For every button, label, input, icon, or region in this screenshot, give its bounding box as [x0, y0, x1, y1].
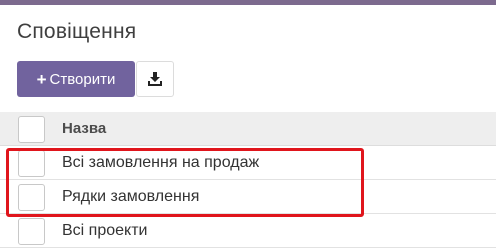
download-button[interactable]	[136, 61, 174, 97]
plus-icon: +	[36, 69, 47, 89]
column-header-name[interactable]: Назва	[62, 120, 106, 137]
row-checkbox[interactable]	[18, 218, 45, 245]
table-row[interactable]: Рядки замовлення	[0, 180, 496, 214]
create-button-label: Створити	[49, 70, 116, 88]
row-checkbox[interactable]	[18, 184, 45, 211]
table-row[interactable]: Всі проекти	[0, 214, 496, 248]
notifications-table: Назва Всі замовлення на продаж Рядки зам…	[0, 112, 496, 248]
create-button[interactable]: + Створити	[17, 61, 135, 97]
table-row[interactable]: Всі замовлення на продаж	[0, 146, 496, 180]
row-checkbox[interactable]	[18, 150, 45, 177]
page-title: Сповіщення	[17, 20, 137, 43]
download-icon	[148, 72, 162, 86]
row-name[interactable]: Рядки замовлення	[62, 188, 199, 206]
select-all-checkbox[interactable]	[18, 116, 45, 143]
row-name[interactable]: Всі проекти	[62, 222, 147, 240]
row-name[interactable]: Всі замовлення на продаж	[62, 154, 259, 172]
top-bar	[0, 0, 496, 5]
table-header-row: Назва	[0, 112, 496, 146]
